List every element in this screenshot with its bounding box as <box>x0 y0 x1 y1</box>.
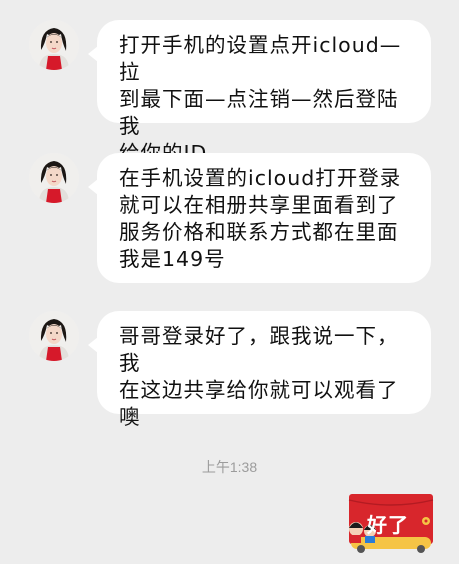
contact-avatar[interactable] <box>29 311 79 361</box>
chat-window[interactable]: 打开手机的设置点开icloud—拉 到最下面—点注销—然后登陆我 给你的ID。 … <box>0 0 459 564</box>
reply-sticker[interactable]: 好了 <box>343 492 439 554</box>
message-bubble[interactable]: 打开手机的设置点开icloud—拉 到最下面—点注销—然后登陆我 给你的ID。 <box>88 20 431 165</box>
contact-avatar[interactable] <box>29 153 79 203</box>
message-bubble[interactable]: 哥哥登录好了，跟我说一下，我 在这边共享给你就可以观看了 噢 <box>88 311 431 429</box>
avatar-portrait <box>29 20 79 70</box>
message-bubble[interactable]: 在手机设置的icloud打开登录 就可以在相册共享里面看到了 服务价格和联系方式… <box>88 153 431 283</box>
avatar-portrait <box>29 311 79 361</box>
contact-avatar[interactable] <box>29 20 79 70</box>
sticker-label: 好了 <box>367 513 409 537</box>
message-timestamp: 上午1:38 <box>201 459 258 475</box>
avatar-portrait <box>29 153 79 203</box>
